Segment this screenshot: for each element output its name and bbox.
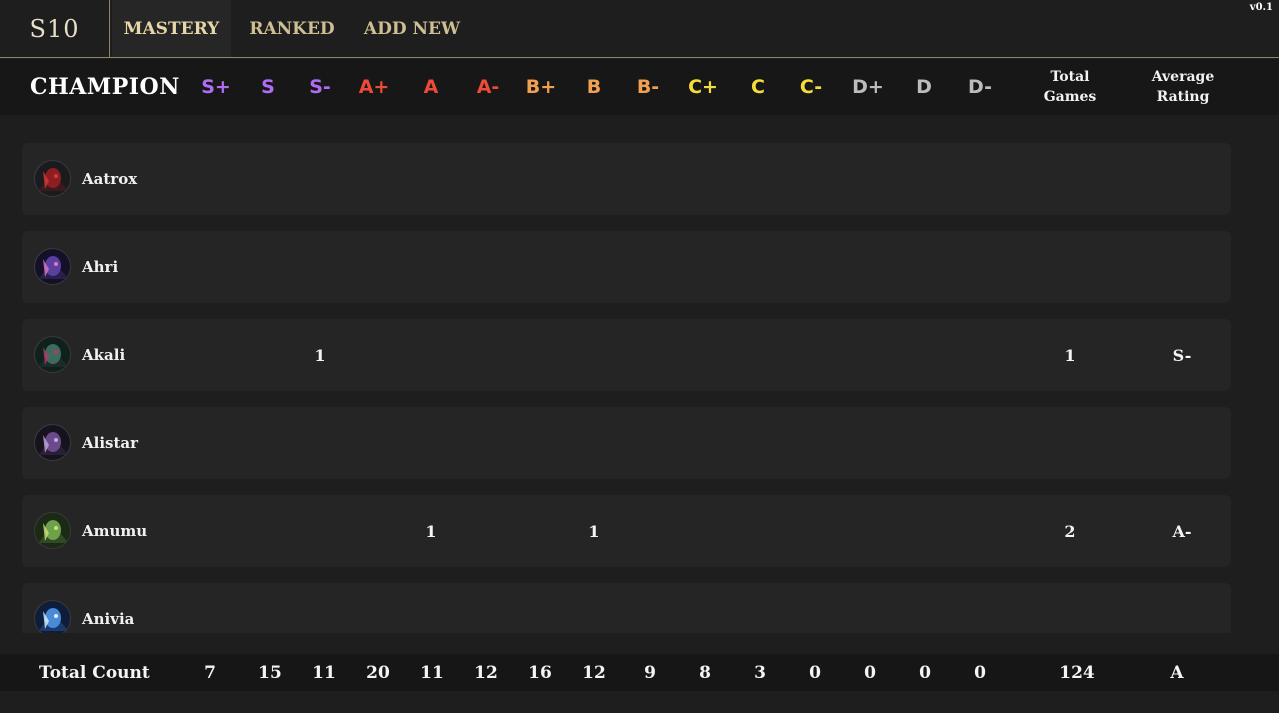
grade-count-cell: 1 <box>425 521 437 541</box>
grade-total-cell: 16 <box>528 662 552 683</box>
grade-total-cell: 8 <box>699 662 711 683</box>
season-label: S10 <box>0 0 110 57</box>
grade-header[interactable]: A <box>409 59 453 115</box>
grade-total-cell: 0 <box>919 662 931 683</box>
grade-header[interactable]: A- <box>466 59 510 115</box>
aatrox-avatar-icon <box>34 160 71 197</box>
grade-header[interactable]: S+ <box>194 59 238 115</box>
grade-header[interactable]: S <box>246 59 290 115</box>
grade-header[interactable]: D <box>902 59 946 115</box>
grade-total-cell: 0 <box>974 662 986 683</box>
champion-average-rating <box>1162 143 1202 215</box>
champion-average-rating <box>1162 231 1202 303</box>
anivia-avatar-icon <box>34 600 71 633</box>
champion-name: Alistar <box>82 434 139 452</box>
champion-total-games: 1 <box>1064 345 1076 365</box>
grade-total-cell: 11 <box>312 662 336 683</box>
grade-total-cell: 3 <box>754 662 766 683</box>
grade-header[interactable]: A+ <box>352 59 396 115</box>
grade-total-cell: 0 <box>864 662 876 683</box>
champion-total-games <box>1050 143 1090 215</box>
champion-row[interactable]: Akali 1 1 S- <box>22 319 1231 391</box>
champion-total-games: 2 <box>1064 521 1076 541</box>
tab-add-new[interactable]: ADD NEW <box>352 0 472 57</box>
champion-average-rating: A- <box>1172 521 1192 541</box>
grade-header[interactable]: C+ <box>681 59 725 115</box>
champion-list[interactable]: Aatrox Ahri Akali 1 1 S- Alistar Amumu 1 1 2 A- Aniv… <box>22 143 1231 633</box>
champion-row[interactable]: Ahri <box>22 231 1231 303</box>
grade-total-cell: 12 <box>474 662 498 683</box>
amumu-avatar-icon <box>34 512 71 549</box>
champion-total-games <box>1050 407 1090 479</box>
total-games-sum: 124 <box>1059 662 1095 683</box>
champion-row[interactable]: Aatrox <box>22 143 1231 215</box>
grade-total-cell: 20 <box>366 662 390 683</box>
top-nav: S10 MASTERY RANKED ADD NEW v0.1 <box>0 0 1279 58</box>
tab-ranked[interactable]: RANKED <box>238 0 346 57</box>
champion-average-rating <box>1162 407 1202 479</box>
alistar-avatar-icon <box>34 424 71 461</box>
grade-total-cell: 0 <box>809 662 821 683</box>
champion-total-games <box>1050 231 1090 303</box>
grade-total-cell: 9 <box>644 662 656 683</box>
champion-name: Akali <box>82 346 126 364</box>
champion-name: Aatrox <box>82 170 138 188</box>
champion-average-rating: S- <box>1172 345 1192 365</box>
grade-header[interactable]: B+ <box>519 59 563 115</box>
champion-name: Amumu <box>82 522 148 540</box>
champion-average-rating <box>1162 583 1202 633</box>
grade-total-cell: 15 <box>258 662 282 683</box>
champion-row[interactable]: Anivia <box>22 583 1231 633</box>
grade-total-cell: 7 <box>204 662 216 683</box>
total-games-header[interactable]: Total Games <box>1043 59 1097 115</box>
grade-header[interactable]: B <box>572 59 616 115</box>
champion-row[interactable]: Amumu 1 1 2 A- <box>22 495 1231 567</box>
total-count-row: Total Count 7 15 11 20 11 12 16 12 9 8 3 0 0 0 0 124 A <box>0 654 1279 691</box>
grade-header[interactable]: S- <box>298 59 342 115</box>
average-rating-overall: A <box>1170 662 1184 683</box>
total-count-label: Total Count <box>39 662 150 683</box>
total-games-header-line2: Games <box>1043 89 1097 105</box>
grade-count-cell: 1 <box>588 521 600 541</box>
champion-name: Ahri <box>82 258 119 276</box>
grade-total-cell: 11 <box>420 662 444 683</box>
grade-header[interactable]: C <box>736 59 780 115</box>
average-rating-header-line2: Rating <box>1156 89 1210 105</box>
akali-avatar-icon <box>34 336 71 373</box>
total-games-header-line1: Total <box>1050 69 1090 85</box>
grade-header[interactable]: D- <box>958 59 1002 115</box>
average-rating-header-line1: Average <box>1151 69 1215 85</box>
table-header: CHAMPION S+ S S- A+ A A- B+ B B- C+ C C- D+ D D- Total… <box>0 59 1279 115</box>
grade-header[interactable]: D+ <box>846 59 890 115</box>
champion-name: Anivia <box>82 610 135 628</box>
champion-total-games <box>1050 583 1090 633</box>
ahri-avatar-icon <box>34 248 71 285</box>
tab-mastery[interactable]: MASTERY <box>112 0 231 57</box>
grade-total-cell: 12 <box>582 662 606 683</box>
grade-header[interactable]: C- <box>789 59 833 115</box>
average-rating-header[interactable]: Average Rating <box>1148 59 1218 115</box>
grade-count-cell: 1 <box>314 345 326 365</box>
version-label: v0.1 <box>1249 2 1273 13</box>
grade-header[interactable]: B- <box>626 59 670 115</box>
champion-row[interactable]: Alistar <box>22 407 1231 479</box>
champion-column-header[interactable]: CHAMPION <box>30 59 180 115</box>
